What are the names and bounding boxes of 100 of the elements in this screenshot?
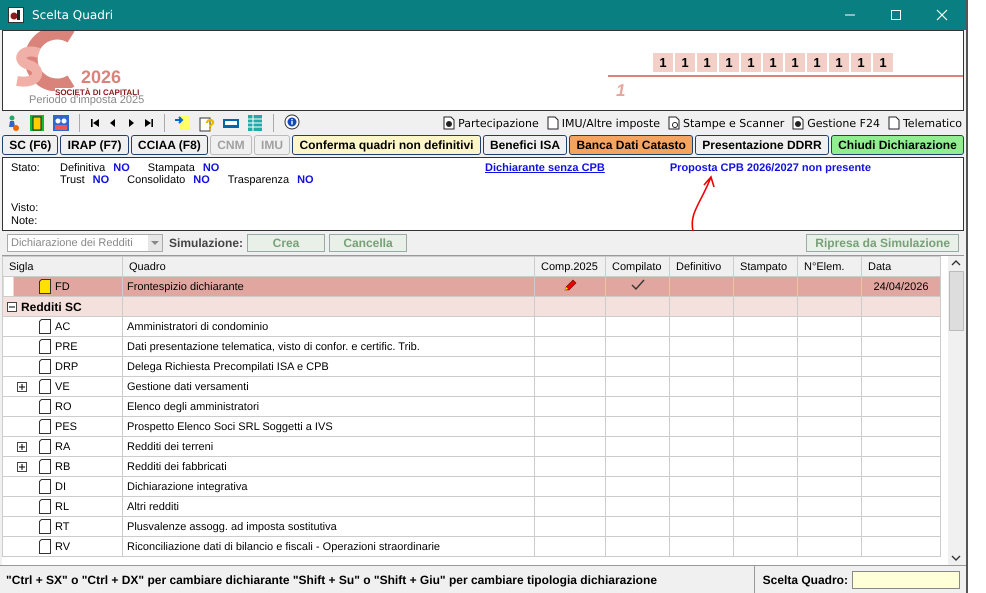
quadro-cell: Plusvalenze assogg. ad imposta sostitutiva xyxy=(127,520,337,532)
document-stamp-icon xyxy=(792,116,804,130)
table-row[interactable]: FD Frontespizio dichiarante 24/04/2026 xyxy=(2,276,940,296)
code-digit: 1 xyxy=(675,53,695,72)
cpb-notice: Proposta CPB 2026/2027 non presente xyxy=(670,162,871,174)
toolbar-link[interactable]: Stampe e Scanner xyxy=(668,116,784,130)
sigla-cell: RT xyxy=(55,520,70,532)
document-icon xyxy=(546,116,559,130)
table-row[interactable]: RT Plusvalenze assogg. ad imposta sostitutiva xyxy=(2,516,940,536)
code-digit: 1 xyxy=(763,53,783,72)
document-icon xyxy=(888,116,900,130)
toolbar-link[interactable]: Partecipazione xyxy=(443,116,539,130)
action-button[interactable]: Benefici ISA xyxy=(482,135,568,155)
quadro-cell: Frontespizio dichiarante xyxy=(127,280,244,292)
quadro-cell: Altri redditi xyxy=(127,500,179,512)
table-row[interactable]: DI Dichiarazione integrativa xyxy=(2,476,940,496)
flag-label: Definitiva xyxy=(60,162,106,174)
table-row[interactable]: RL Altri redditi xyxy=(2,496,940,516)
scroll-thumb[interactable] xyxy=(948,271,964,331)
column-header[interactable]: Comp.2025 xyxy=(534,256,606,276)
table-row[interactable]: RO Elenco degli amministratori xyxy=(2,396,940,416)
document-stamp-icon xyxy=(443,116,456,130)
quadro-cell: Delega Richiesta Precompilati ISA e CPB xyxy=(127,360,329,372)
sigla-cell: RL xyxy=(55,500,70,512)
code-digit: 1 xyxy=(851,53,871,72)
toolbar-link[interactable]: Gestione F24 xyxy=(792,116,880,130)
flag-label: Trust xyxy=(60,174,85,186)
declaration-dropdown[interactable]: Dichiarazione dei Redditi xyxy=(7,234,163,252)
code-digit: 1 xyxy=(873,53,893,72)
table-row[interactable]: PES Prospetto Elenco Soci SRL Soggetti a IVS xyxy=(2,416,940,436)
tax-period: Periodo d'imposta 2025 xyxy=(29,94,144,106)
collapse-icon[interactable] xyxy=(7,302,17,312)
action-button[interactable]: Banca Dati Catasto xyxy=(569,135,694,155)
table-row[interactable]: RB Redditi dei fabbricati xyxy=(2,456,940,476)
door-icon[interactable] xyxy=(28,114,46,132)
action-button[interactable]: Conferma quadri non definitivi xyxy=(292,135,481,155)
scroll-down-icon[interactable] xyxy=(951,554,961,562)
scroll-up-icon[interactable] xyxy=(951,259,961,267)
column-header[interactable]: Compilato xyxy=(606,256,670,276)
column-header[interactable]: Data xyxy=(862,256,940,276)
app-icon xyxy=(8,7,24,23)
code-digit: 1 xyxy=(807,53,827,72)
quadro-cell: Redditi dei terreni xyxy=(127,440,214,452)
sigla-cell: PRE xyxy=(55,340,78,352)
column-header[interactable]: Stampato xyxy=(734,256,798,276)
last-record-icon[interactable] xyxy=(143,117,155,129)
field-label: Scelta Quadro: xyxy=(762,572,848,586)
sigla-cell: DRP xyxy=(55,360,78,372)
action-button[interactable]: Chiudi Dichiarazione xyxy=(830,135,964,155)
table-row[interactable]: RA Redditi dei terreni xyxy=(2,436,940,456)
vertical-scrollbar[interactable] xyxy=(948,256,964,565)
people-icon[interactable] xyxy=(52,114,70,132)
import-icon[interactable] xyxy=(174,114,192,132)
caret-icon xyxy=(148,235,162,251)
code-digit: 1 xyxy=(785,53,805,72)
action-button[interactable]: CCIAA (F8) xyxy=(130,135,208,155)
flag-value: NO xyxy=(297,174,314,186)
simulation-label: Simulazione: xyxy=(169,236,244,250)
column-header[interactable]: Sigla xyxy=(2,256,122,276)
table-row[interactable]: PRE Dati presentazione telematica, visto di confor. e certific. Trib. xyxy=(2,336,940,356)
quadro-cell: Dati presentazione telematica, visto di confor. e certific. Trib. xyxy=(127,340,420,352)
action-button[interactable]: Presentazione DDRR xyxy=(695,135,829,155)
expand-icon[interactable] xyxy=(17,462,27,472)
sigla-cell: RA xyxy=(55,440,70,452)
column-header[interactable]: Quadro xyxy=(122,256,534,276)
window-title: Scelta Quadri xyxy=(32,8,114,22)
sigla-cell: RB xyxy=(55,460,70,472)
quadro-cell: Amministratori di condominio xyxy=(127,320,268,332)
close-icon[interactable] xyxy=(936,9,948,21)
declarant-link[interactable]: Dichiarante senza CPB xyxy=(485,162,605,174)
toolbar-link[interactable]: IMU/Altre imposte xyxy=(546,116,660,130)
expand-icon[interactable] xyxy=(17,382,27,392)
info-icon[interactable] xyxy=(283,114,301,132)
flag-value: NO xyxy=(202,162,220,174)
toolbar-link[interactable]: Telematico xyxy=(888,116,962,130)
quadro-cell: Dichiarazione integrativa xyxy=(127,480,248,492)
table-row[interactable]: VE Gestione dati versamenti xyxy=(2,376,940,396)
document-magnifier-icon xyxy=(668,116,680,130)
sigla-cell: VE xyxy=(55,380,70,392)
action-button[interactable]: IRAP (F7) xyxy=(60,135,129,155)
code-digit: 1 xyxy=(719,53,739,72)
table-row[interactable]: DRP Delega Richiesta Precompilati ISA e CPB xyxy=(2,356,940,376)
column-header[interactable]: Definitivo xyxy=(670,256,734,276)
maximize-icon[interactable] xyxy=(890,9,902,21)
input-field[interactable] xyxy=(852,570,960,588)
first-record-icon[interactable] xyxy=(89,117,101,129)
column-header[interactable]: N°Elem. xyxy=(798,256,862,276)
table-row[interactable]: AC Amministratori di condominio xyxy=(2,316,940,336)
visto-label: Visto: xyxy=(11,202,40,214)
action-button[interactable]: SC (F6) xyxy=(2,135,58,155)
flag-label: Stampata xyxy=(148,162,195,174)
quadro-cell: Riconciliazione dati di bilancio e fiscali - Operazioni straordinarie xyxy=(127,540,440,552)
quadro-cell: Redditi dei fabbricati xyxy=(127,460,227,472)
code-digit: 1 xyxy=(741,53,761,72)
expand-icon[interactable] xyxy=(17,442,27,452)
quadro-cell: Gestione dati versamenti xyxy=(127,380,249,392)
table-row[interactable]: RV Riconciliazione dati di bilancio e fiscali - Operazioni straordinarie xyxy=(2,536,940,556)
spreadsheet-icon[interactable] xyxy=(246,114,264,132)
date-cell: 24/04/2026 xyxy=(873,280,929,292)
shortcut-hint: "Ctrl + SX" o "Ctrl + DX" per cambiare dichiarante "Shift + Su" o "Shift + Giu" per cambiare tipologia dichiarazione xyxy=(6,572,657,586)
